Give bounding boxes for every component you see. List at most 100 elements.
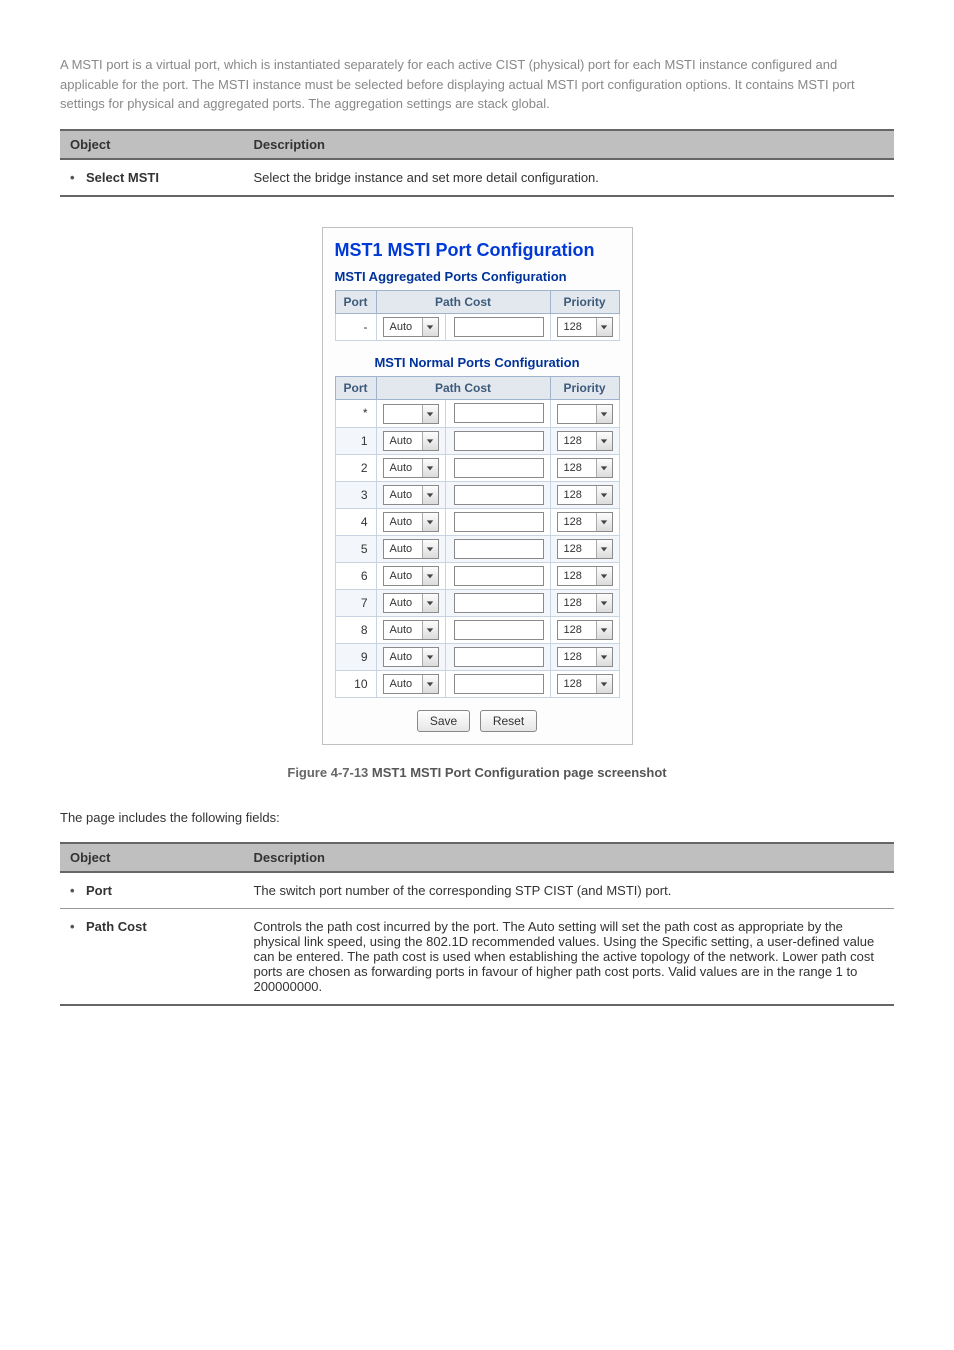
- priority-select[interactable]: [557, 404, 613, 424]
- chevron-down-icon: [596, 432, 612, 450]
- priority-select[interactable]: 128: [557, 539, 613, 559]
- pathcost-select[interactable]: Auto: [383, 593, 439, 613]
- chevron-down-icon: [422, 405, 438, 423]
- chevron-down-icon: [422, 540, 438, 558]
- pathcost-input[interactable]: [454, 403, 544, 423]
- pathcost-select[interactable]: Auto: [383, 431, 439, 451]
- obj-header: Object: [60, 843, 243, 872]
- figure-container: MST1 MSTI Port Configuration MSTI Aggreg…: [60, 227, 894, 745]
- chevron-down-icon: [596, 459, 612, 477]
- obj-cell: •Port: [60, 872, 243, 909]
- agg-pathcost-select[interactable]: Auto: [383, 317, 439, 337]
- button-row: Save Reset: [335, 710, 620, 732]
- pathcost-cell: Auto: [376, 670, 445, 697]
- priority-select[interactable]: 128: [557, 566, 613, 586]
- pathcost-select[interactable]: Auto: [383, 458, 439, 478]
- pathcost-select[interactable]: Auto: [383, 620, 439, 640]
- pathcost-select[interactable]: Auto: [383, 485, 439, 505]
- figure-caption: Figure 4-7-13 MST1 MSTI Port Configurati…: [60, 765, 894, 780]
- col-pathcost: Path Cost: [376, 376, 550, 399]
- chevron-down-icon: [596, 540, 612, 558]
- pathcost-cell: Auto: [376, 481, 445, 508]
- desc-cell: The switch port number of the correspond…: [243, 872, 894, 909]
- pathcost-input[interactable]: [454, 485, 544, 505]
- chevron-down-icon: [422, 621, 438, 639]
- pathcost-input[interactable]: [454, 539, 544, 559]
- chevron-down-icon: [422, 594, 438, 612]
- port-cell: 3: [335, 481, 376, 508]
- port-cell: 5: [335, 535, 376, 562]
- pathcost-select[interactable]: [383, 404, 439, 424]
- port-cell: 7: [335, 589, 376, 616]
- chevron-down-icon: [422, 459, 438, 477]
- priority-cell: 128: [550, 589, 619, 616]
- agg-priority-select[interactable]: 128: [557, 317, 613, 337]
- pathcost-input[interactable]: [454, 674, 544, 694]
- chevron-down-icon: [422, 513, 438, 531]
- table-row: 5 Auto 128: [335, 535, 619, 562]
- pathcost-input-cell: [445, 481, 550, 508]
- priority-select[interactable]: 128: [557, 647, 613, 667]
- col-priority: Priority: [550, 376, 619, 399]
- priority-select[interactable]: 128: [557, 431, 613, 451]
- object-table-top: Object Description •Select MSTISelect th…: [60, 129, 894, 197]
- obj-cell: •Path Cost: [60, 909, 243, 1006]
- pathcost-cell: Auto: [376, 643, 445, 670]
- chevron-down-icon: [596, 675, 612, 693]
- table-row: 2Auto128: [335, 454, 619, 481]
- save-button[interactable]: Save: [417, 710, 470, 732]
- priority-cell: 128: [550, 427, 619, 454]
- chevron-down-icon: [422, 648, 438, 666]
- table-row: *: [335, 399, 619, 427]
- pathcost-select[interactable]: Auto: [383, 512, 439, 532]
- priority-cell: 128: [550, 670, 619, 697]
- priority-cell: [550, 399, 619, 427]
- pathcost-cell: Auto: [376, 562, 445, 589]
- table-row: 3 Auto 128: [335, 481, 619, 508]
- reset-button[interactable]: Reset: [480, 710, 537, 732]
- intro-paragraph: A MSTI port is a virtual port, which is …: [60, 55, 894, 114]
- priority-select[interactable]: 128: [557, 674, 613, 694]
- pathcost-select[interactable]: Auto: [383, 647, 439, 667]
- port-cell: 1: [335, 427, 376, 454]
- pathcost-input-cell: [445, 399, 550, 427]
- port-cell: 6: [335, 562, 376, 589]
- pathcost-input[interactable]: [454, 620, 544, 640]
- port-cell: 8: [335, 616, 376, 643]
- priority-cell: 128: [550, 508, 619, 535]
- agg-pathcost-input[interactable]: [454, 317, 544, 337]
- priority-cell: 128: [550, 643, 619, 670]
- chevron-down-icon: [596, 621, 612, 639]
- col-port: Port: [335, 376, 376, 399]
- chevron-down-icon: [422, 318, 438, 336]
- priority-select[interactable]: 128: [557, 620, 613, 640]
- priority-select[interactable]: 128: [557, 485, 613, 505]
- priority-select[interactable]: 128: [557, 458, 613, 478]
- pathcost-input[interactable]: [454, 566, 544, 586]
- pathcost-input[interactable]: [454, 458, 544, 478]
- pathcost-select[interactable]: Auto: [383, 566, 439, 586]
- priority-select[interactable]: 128: [557, 593, 613, 613]
- desc-cell: Select the bridge instance and set more …: [243, 159, 894, 196]
- pathcost-cell: Auto: [376, 427, 445, 454]
- pathcost-input-cell: [445, 427, 550, 454]
- pathcost-input[interactable]: [454, 593, 544, 613]
- pathcost-input-cell: [445, 643, 550, 670]
- pathcost-cell: Auto: [376, 616, 445, 643]
- obj-header: Object: [60, 130, 243, 159]
- table-row: 8 Auto 128: [335, 616, 619, 643]
- port-cell: *: [335, 399, 376, 427]
- agg-priority-cell: 128: [550, 313, 619, 340]
- pathcost-input[interactable]: [454, 431, 544, 451]
- pathcost-input-cell: [445, 454, 550, 481]
- priority-select[interactable]: 128: [557, 512, 613, 532]
- pathcost-select[interactable]: Auto: [383, 674, 439, 694]
- chevron-down-icon: [596, 486, 612, 504]
- chevron-down-icon: [422, 432, 438, 450]
- config-panel: MST1 MSTI Port Configuration MSTI Aggreg…: [322, 227, 633, 745]
- pathcost-input-cell: [445, 589, 550, 616]
- col-pathcost: Path Cost: [376, 290, 550, 313]
- pathcost-input[interactable]: [454, 512, 544, 532]
- pathcost-input[interactable]: [454, 647, 544, 667]
- pathcost-select[interactable]: Auto: [383, 539, 439, 559]
